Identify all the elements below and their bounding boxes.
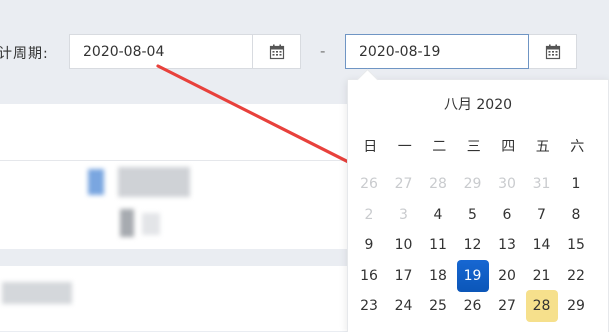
day-cell[interactable]: 1 xyxy=(560,168,592,200)
day-cell[interactable]: 21 xyxy=(526,260,558,292)
day-cell[interactable]: 24 xyxy=(388,290,420,322)
day-cell[interactable]: 27 xyxy=(388,168,420,200)
day-cell[interactable]: 25 xyxy=(422,290,454,322)
day-cell[interactable]: 9 xyxy=(353,229,385,261)
redacted-content xyxy=(120,209,134,237)
day-cell[interactable]: 22 xyxy=(560,260,592,292)
day-cell[interactable]: 30 xyxy=(491,168,523,200)
calendar-icon xyxy=(545,44,560,59)
day-cell[interactable]: 23 xyxy=(353,290,385,322)
day-cell[interactable]: 8 xyxy=(560,199,592,231)
day-cell[interactable]: 3 xyxy=(388,199,420,231)
day-cell[interactable]: 5 xyxy=(457,199,489,231)
weekday-label: 四 xyxy=(501,139,516,155)
weekday-label: 六 xyxy=(570,139,585,155)
day-cell[interactable]: 11 xyxy=(422,229,454,261)
date-separator: - xyxy=(320,42,326,60)
day-cell[interactable]: 10 xyxy=(388,229,420,261)
day-cell[interactable]: 12 xyxy=(457,229,489,261)
redacted-content xyxy=(118,167,190,197)
start-date-input[interactable] xyxy=(69,34,253,69)
day-cell[interactable]: 29 xyxy=(457,168,489,200)
day-cell[interactable]: 14 xyxy=(526,229,558,261)
day-cell[interactable]: 26 xyxy=(353,168,385,200)
weekday-header: 日一二三四五六 xyxy=(353,136,595,156)
redacted-content xyxy=(142,213,160,235)
weekday-label: 五 xyxy=(535,139,550,155)
day-cell[interactable]: 16 xyxy=(353,260,385,292)
day-cell[interactable]: 20 xyxy=(491,260,523,292)
end-date-input[interactable] xyxy=(345,34,529,69)
day-cell[interactable]: 28 xyxy=(422,168,454,200)
day-cell[interactable]: 2 xyxy=(353,199,385,231)
weekday-label: 一 xyxy=(397,139,412,155)
day-cell-today[interactable]: 28 xyxy=(525,290,558,322)
month-title: 八月 2020 xyxy=(443,97,513,113)
day-grid: 26 27 28 29 30 31 1 2 3 4 5 6 7 8 9 10 11 12 13 14 15 16 17 18 1… xyxy=(353,168,595,328)
weekday-label: 日 xyxy=(363,139,378,155)
day-cell[interactable]: 18 xyxy=(422,260,454,292)
day-cell[interactable]: 17 xyxy=(388,260,420,292)
day-cell[interactable]: 15 xyxy=(560,229,592,261)
start-calendar-button[interactable] xyxy=(253,34,301,69)
weekday-label: 二 xyxy=(432,139,447,155)
weekday-label: 三 xyxy=(466,139,481,155)
day-cell-selected[interactable]: 19 xyxy=(456,259,489,292)
day-cell[interactable]: 29 xyxy=(560,290,592,322)
period-label: 计周期: xyxy=(0,46,49,62)
date-picker-dropdown: 八月 2020 日一二三四五六 26 27 28 29 30 31 1 2 3 4 5 6 7 8 9 10 1… xyxy=(347,68,609,332)
day-cell[interactable]: 31 xyxy=(526,168,558,200)
day-cell[interactable]: 13 xyxy=(491,229,523,261)
calendar-icon xyxy=(269,44,284,59)
end-calendar-button[interactable] xyxy=(529,34,577,69)
day-cell[interactable]: 7 xyxy=(526,199,558,231)
redacted-content xyxy=(2,282,72,304)
day-cell[interactable]: 4 xyxy=(422,199,454,231)
day-cell[interactable]: 6 xyxy=(491,199,523,231)
day-cell[interactable]: 26 xyxy=(457,290,489,322)
day-cell[interactable]: 27 xyxy=(491,290,523,322)
redacted-content xyxy=(88,169,104,195)
